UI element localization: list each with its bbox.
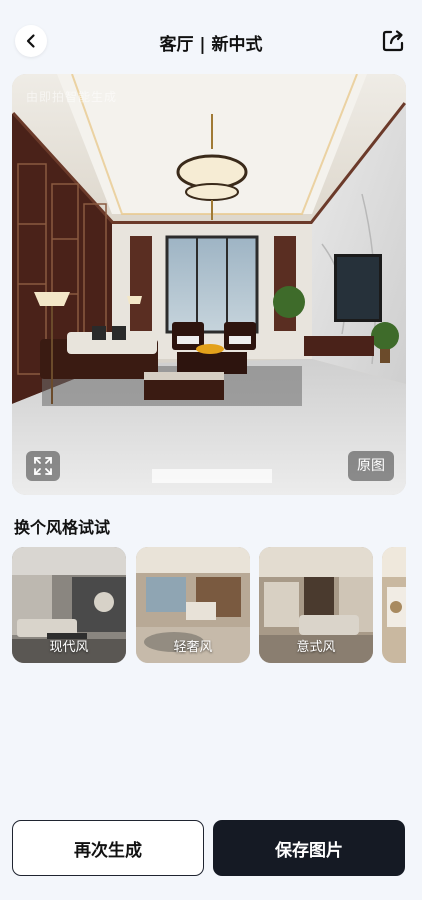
page-title: 客厅 | 新中式	[159, 35, 263, 55]
watermark: 由即拍智能生成	[26, 90, 118, 104]
style-card-light-luxury[interactable]: 轻奢风	[136, 547, 250, 663]
style-label: 意式风	[296, 640, 336, 655]
style-card-partial[interactable]	[382, 547, 406, 663]
style-card-modern[interactable]: 现代风	[12, 547, 126, 663]
living-room-render	[12, 74, 406, 495]
fullscreen-button[interactable]	[26, 451, 60, 481]
original-image-button[interactable]: 原图	[348, 451, 394, 481]
share-icon	[382, 30, 404, 52]
generated-room-image[interactable]: 由即拍智能生成 原图	[12, 74, 406, 495]
style-thumbnail	[382, 547, 406, 663]
regenerate-button[interactable]: 再次生成	[12, 820, 204, 876]
top-bar: 客厅 | 新中式	[0, 22, 422, 62]
expand-icon	[34, 457, 52, 475]
style-carousel[interactable]: 现代风 轻奢风 意式风	[12, 547, 406, 663]
style-card-italian[interactable]: 意式风	[259, 547, 373, 663]
share-button[interactable]	[380, 28, 406, 54]
style-label: 轻奢风	[173, 640, 213, 655]
style-label: 现代风	[49, 640, 89, 655]
section-title: 换个风格试试	[14, 518, 111, 537]
save-image-button[interactable]: 保存图片	[213, 820, 405, 876]
